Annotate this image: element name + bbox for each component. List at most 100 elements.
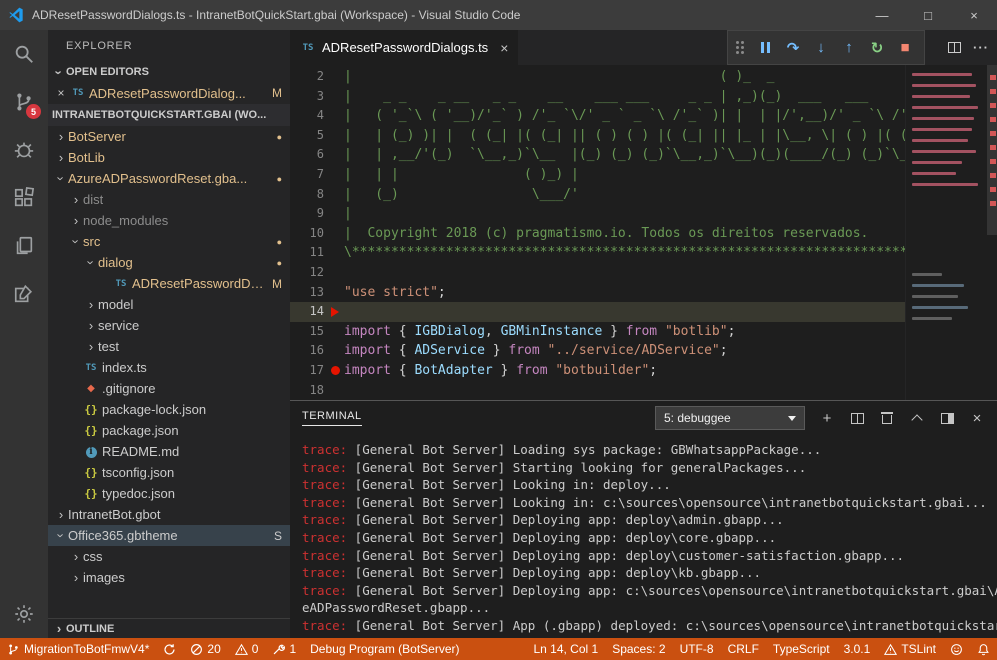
- code-line[interactable]: 14: [290, 302, 905, 322]
- maximize-panel-button[interactable]: [909, 410, 925, 426]
- code-line[interactable]: 6| | ,__/'(_) `\__,_)`\__ |(_) (_) (_)`\…: [290, 145, 905, 165]
- tab-adresetpassworddialogs[interactable]: TS ADResetPasswordDialogs.ts ×: [290, 30, 518, 65]
- kill-terminal-button[interactable]: [879, 410, 895, 426]
- gutter: [326, 381, 344, 401]
- code-line[interactable]: 4| ( '_`\ ( '__)/'_` ) /'_ `\/' _ ` _ `\…: [290, 106, 905, 126]
- close-icon[interactable]: ×: [500, 40, 508, 56]
- tree-item[interactable]: ›test: [48, 336, 290, 357]
- search-icon[interactable]: [0, 30, 48, 78]
- debug-current-line-icon[interactable]: [326, 302, 344, 322]
- tree-item[interactable]: ›iREADME.md: [48, 441, 290, 462]
- status-tslint[interactable]: TSLint: [877, 638, 943, 660]
- code-line[interactable]: 7| | | ( )_) | |: [290, 165, 905, 185]
- tree-item[interactable]: ›dist: [48, 189, 290, 210]
- split-terminal-button[interactable]: [849, 410, 865, 426]
- status-eol[interactable]: CRLF: [721, 638, 766, 660]
- maximize-button[interactable]: □: [905, 0, 951, 30]
- tree-item[interactable]: ›dialog●: [48, 252, 290, 273]
- drag-handle[interactable]: [736, 41, 744, 54]
- close-button[interactable]: ×: [951, 0, 997, 30]
- code-line[interactable]: 11\*************************************…: [290, 243, 905, 263]
- extensions-icon[interactable]: [0, 174, 48, 222]
- minimap[interactable]: [905, 65, 997, 400]
- code-line[interactable]: 12: [290, 263, 905, 283]
- tree-item[interactable]: ›{}typedoc.json: [48, 483, 290, 504]
- new-terminal-button[interactable]: +: [819, 410, 835, 426]
- close-panel-button[interactable]: ×: [969, 410, 985, 426]
- code-line[interactable]: 9| |: [290, 204, 905, 224]
- tree-item[interactable]: ›◆.gitignore: [48, 378, 290, 399]
- tree-item[interactable]: ›{}tsconfig.json: [48, 462, 290, 483]
- tree-item[interactable]: ›TSADResetPasswordDial...M: [48, 273, 290, 294]
- files-icon[interactable]: [0, 222, 48, 270]
- status-tools[interactable]: 1: [265, 638, 303, 660]
- code-line[interactable]: 2| ( )_ _ |: [290, 67, 905, 87]
- pause-button[interactable]: [752, 34, 778, 62]
- tree-item[interactable]: ›AzureADPasswordReset.gba...●: [48, 168, 290, 189]
- tree-item[interactable]: ›BotLib: [48, 147, 290, 168]
- code-line[interactable]: 15import { IGBDialog, GBMinInstance } fr…: [290, 322, 905, 342]
- tree-item[interactable]: ›model: [48, 294, 290, 315]
- stop-button[interactable]: ■: [892, 34, 918, 62]
- status-feedback[interactable]: [943, 638, 970, 660]
- code-text: | _ _ _ __ _ _ __ ___ ___ _ _ | ,_)(_) _…: [344, 87, 905, 107]
- debug-icon[interactable]: [0, 126, 48, 174]
- editor-tools-icon[interactable]: [0, 270, 48, 318]
- tree-item[interactable]: ›node_modules: [48, 210, 290, 231]
- kill-terminal-icon: [882, 415, 892, 424]
- status-sync[interactable]: [156, 638, 183, 660]
- step-into-button[interactable]: ↓: [808, 34, 834, 62]
- terminal-output[interactable]: trace: [General Bot Server] Loading sys …: [290, 435, 997, 638]
- close-icon[interactable]: ×: [54, 86, 68, 100]
- tree-item[interactable]: ›TSindex.ts: [48, 357, 290, 378]
- terminal-tab[interactable]: TERMINAL: [302, 410, 362, 426]
- minimap-slider[interactable]: [987, 65, 997, 235]
- status-git-branch[interactable]: MigrationToBotFmwV4*: [0, 638, 156, 660]
- terminal-selector[interactable]: 5: debuggee: [655, 406, 805, 430]
- split-editor-button[interactable]: [948, 42, 961, 53]
- branch-icon: [7, 643, 20, 656]
- code-line[interactable]: 13"use strict";: [290, 283, 905, 303]
- tree-item[interactable]: ›BotServer●: [48, 126, 290, 147]
- more-actions-button[interactable]: ···: [973, 40, 989, 55]
- move-panel-button[interactable]: [939, 410, 955, 426]
- code-editor[interactable]: 2| ( )_ _ |3| _ _ _ __ _ _ __ ___ ___ _ …: [290, 65, 997, 400]
- open-editor-item[interactable]: × TS ADResetPasswordDialog... M: [48, 82, 290, 104]
- status-errors[interactable]: 20: [183, 638, 227, 660]
- tree-item[interactable]: ›IntranetBot.gbot: [48, 504, 290, 525]
- breakpoint-icon[interactable]: [326, 361, 344, 381]
- tree-item[interactable]: ›{}package.json: [48, 420, 290, 441]
- status-warnings[interactable]: 0: [228, 638, 266, 660]
- status-notifications[interactable]: [970, 638, 997, 660]
- status-encoding[interactable]: UTF-8: [673, 638, 721, 660]
- code-line[interactable]: 3| _ _ _ __ _ _ __ ___ ___ _ _ | ,_)(_) …: [290, 87, 905, 107]
- status-ts-version[interactable]: 3.0.1: [837, 638, 878, 660]
- tree-item[interactable]: ›css: [48, 546, 290, 567]
- step-out-button[interactable]: ↑: [836, 34, 862, 62]
- code-line[interactable]: 16import { ADService } from "../service/…: [290, 341, 905, 361]
- minimize-button[interactable]: —: [859, 0, 905, 30]
- tree-item[interactable]: ›Office365.gbthemeS: [48, 525, 290, 546]
- restart-button[interactable]: ↻: [864, 34, 890, 62]
- code-line[interactable]: 10| Copyright 2018 (c) pragmatismo.io. T…: [290, 224, 905, 244]
- status-cursor-position[interactable]: Ln 14, Col 1: [526, 638, 605, 660]
- workspace-section-header[interactable]: INTRANETBOTQUICKSTART.GBAI (WO...: [48, 104, 290, 126]
- code-line[interactable]: 17import { BotAdapter } from "botbuilder…: [290, 361, 905, 381]
- source-control-icon[interactable]: 5: [0, 78, 48, 126]
- settings-gear-icon[interactable]: [0, 590, 48, 638]
- outline-header[interactable]: › OUTLINE: [48, 618, 290, 638]
- tree-item[interactable]: ›service: [48, 315, 290, 336]
- status-language-mode[interactable]: TypeScript: [766, 638, 837, 660]
- code-line[interactable]: 8| (_) \___/' |: [290, 185, 905, 205]
- code-area[interactable]: 2| ( )_ _ |3| _ _ _ __ _ _ __ ___ ___ _ …: [290, 65, 905, 400]
- code-line[interactable]: 5| | (_) )| | ( (_| |( (_| || ( ) ( ) |(…: [290, 126, 905, 146]
- tree-item[interactable]: ›src●: [48, 231, 290, 252]
- tree-item[interactable]: ›images: [48, 567, 290, 588]
- open-editors-header[interactable]: › OPEN EDITORS: [48, 62, 290, 82]
- tree-item[interactable]: ›{}package-lock.json: [48, 399, 290, 420]
- step-over-button[interactable]: ↷: [780, 34, 806, 62]
- code-line[interactable]: 18: [290, 381, 905, 401]
- status-indentation[interactable]: Spaces: 2: [605, 638, 672, 660]
- status-debug-program[interactable]: Debug Program (BotServer): [303, 638, 466, 660]
- line-number: 8: [290, 185, 326, 205]
